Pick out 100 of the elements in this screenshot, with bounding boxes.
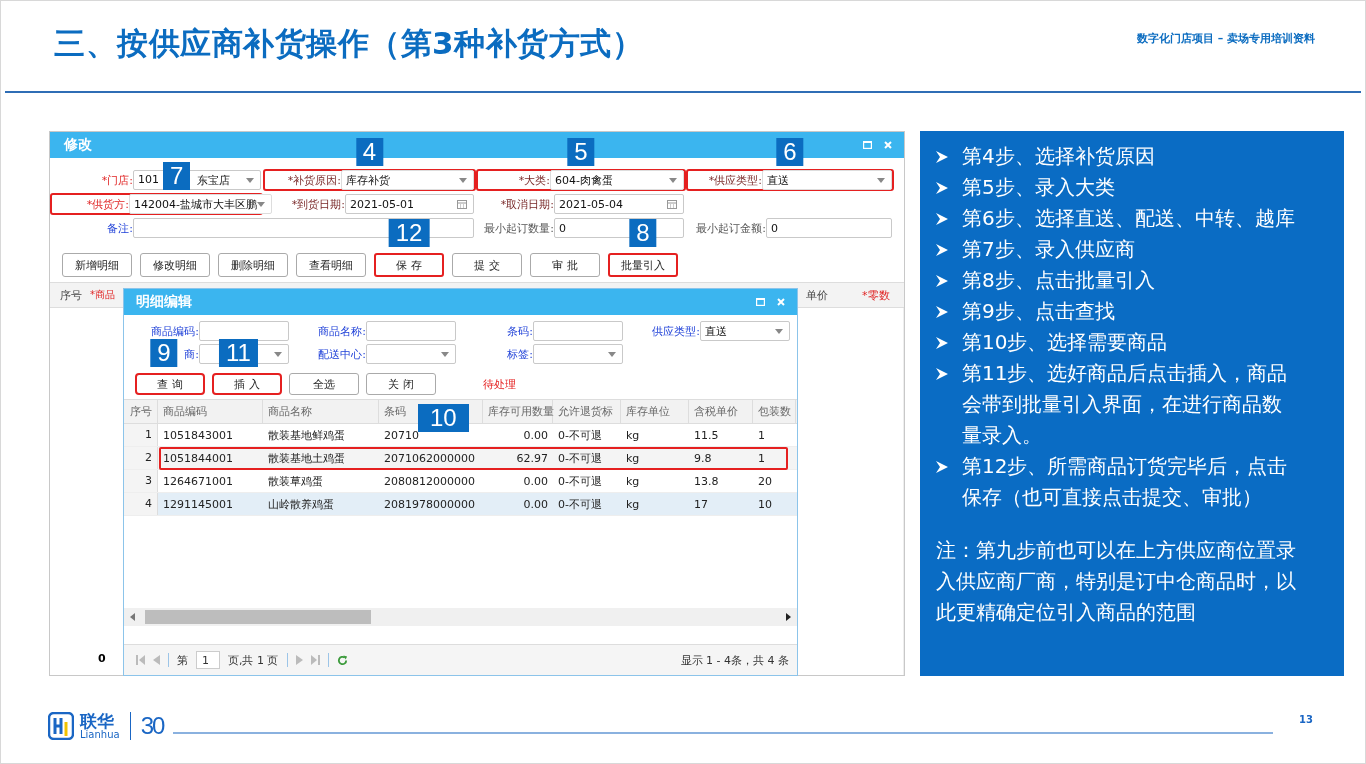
date-field[interactable]: 2021-05-01 xyxy=(345,194,474,214)
step-number-label: 4 xyxy=(355,138,384,166)
step-number-label: 12 xyxy=(388,219,430,247)
last-page-icon[interactable] xyxy=(310,655,320,665)
field-label: *供应类型: xyxy=(707,172,762,188)
input-field[interactable] xyxy=(366,321,456,341)
scrollbar-thumb[interactable] xyxy=(145,610,371,624)
column-header: 含税单价 xyxy=(694,405,738,418)
table-cell-text: 1051843001 xyxy=(162,428,234,442)
dialog-button[interactable]: 查 询 xyxy=(135,373,205,395)
column-header: 商品编码 xyxy=(163,405,207,418)
toolbar-button[interactable]: 审 批 xyxy=(530,253,600,277)
field-label: 最小起订数量: xyxy=(483,220,554,236)
close-icon[interactable] xyxy=(884,141,892,149)
dialog-title: 明细编辑 xyxy=(136,293,192,311)
table-cell-text: 2080812000000 xyxy=(383,474,476,488)
dropdown-field[interactable] xyxy=(533,344,623,364)
caret-icon xyxy=(246,177,254,183)
table-cell-text: kg xyxy=(625,474,641,488)
toolbar-button[interactable]: 提 交 xyxy=(452,253,522,277)
dropdown-field[interactable]: 604-肉禽蛋 xyxy=(550,170,684,190)
field-label: 最小起订金额: xyxy=(695,220,766,236)
field-label: *补货原因: xyxy=(286,172,341,188)
caret-icon xyxy=(669,177,677,183)
field-label: 商品名称: xyxy=(318,324,366,338)
arrow-bullet-icon xyxy=(936,213,948,225)
status-text: 待处理 xyxy=(483,376,516,392)
column-header: *零数 xyxy=(862,287,890,303)
column-header: 包装数 xyxy=(758,405,791,418)
dropdown-field[interactable]: 直送 xyxy=(762,170,892,190)
scroll-left-icon[interactable] xyxy=(130,613,135,621)
table-cell-text: kg xyxy=(625,451,641,465)
date-field[interactable]: 2021-05-04 xyxy=(554,194,684,214)
brand-name: 联华 xyxy=(80,712,114,730)
field-label: 条码: xyxy=(507,324,533,338)
column-header: *商品 xyxy=(90,288,115,302)
toolbar-button[interactable]: 新增明细 xyxy=(62,253,132,277)
page-input[interactable]: 1 xyxy=(196,651,220,669)
arrow-bullet-icon xyxy=(936,461,948,473)
toolbar-button[interactable]: 删除明细 xyxy=(218,253,288,277)
caret-icon xyxy=(877,177,885,183)
table-cell-text: 10 xyxy=(757,497,773,511)
dropdown-field[interactable]: 库存补货 xyxy=(341,170,474,190)
caret-icon xyxy=(441,351,449,357)
pager-text: 第 xyxy=(177,652,188,668)
toolbar-button[interactable]: 查看明细 xyxy=(296,253,366,277)
caret-icon xyxy=(608,351,616,357)
input-field[interactable]: 0 xyxy=(766,218,892,238)
dialog-button[interactable]: 插 入 xyxy=(212,373,282,395)
field-label: *取消日期: xyxy=(499,196,554,212)
table-cell-text: 0.00 xyxy=(522,428,549,442)
table-row[interactable]: 2 1051844001 散装基地土鸡蛋 2071062000000 62.97 0-不可退 kg 9.8 1 xyxy=(124,447,797,470)
window-title: 修改 xyxy=(64,136,92,154)
table-cell: 1 xyxy=(124,424,158,446)
first-page-icon[interactable] xyxy=(136,655,145,665)
toolbar-button[interactable]: 批量引入 xyxy=(608,253,678,277)
dropdown-field[interactable] xyxy=(366,344,456,364)
note-text: 注：第九步前也可以在上方供应商位置录入供应商厂商，特别是订中仓商品时，以此更精确定位引入商品的范围 xyxy=(936,537,1297,626)
maximize-icon[interactable] xyxy=(756,298,765,306)
table-cell-text: kg xyxy=(625,428,641,442)
table-cell-text: 1 xyxy=(757,428,766,442)
table-cell-text: 0-不可退 xyxy=(557,450,603,466)
slide-title: 三、按供应商补货操作（第3种补货方式） xyxy=(54,24,644,63)
table-cell-text: 0-不可退 xyxy=(557,427,603,443)
previous-page-icon[interactable] xyxy=(153,655,160,665)
column-header: 商品名称 xyxy=(268,405,312,418)
dialog-button[interactable]: 关 闭 xyxy=(366,373,436,395)
maximize-icon[interactable] xyxy=(863,141,872,149)
scroll-right-icon[interactable] xyxy=(786,613,791,621)
step-text: 第11步、选好商品后点击插入，商品会带到批量引入界面，在进行商品数量录入。 xyxy=(962,360,1289,449)
step-text: 第7步、录入供应商 xyxy=(962,236,1135,263)
input-field[interactable] xyxy=(199,321,289,341)
dialog-button[interactable]: 全选 xyxy=(289,373,359,395)
slide-subtitle: 数字化门店项目 – 卖场专用培训资料 xyxy=(1136,31,1315,46)
dropdown-field[interactable]: 142004-盐城市大丰区鹏 xyxy=(129,194,272,214)
step-text: 第9步、点击查找 xyxy=(962,298,1115,325)
dropdown-field[interactable]: 直送 xyxy=(700,321,790,341)
pager-text: 页,共 1 页 xyxy=(228,652,279,668)
table-cell-text: 13.8 xyxy=(693,474,720,488)
field-label: *大类: xyxy=(517,172,550,188)
next-page-icon[interactable] xyxy=(295,655,303,665)
field-label: *到货日期: xyxy=(290,196,345,212)
horizontal-scrollbar[interactable] xyxy=(124,608,797,626)
table-row[interactable]: 4 1291145001 山岭散养鸡蛋 2081978000000 0.00 0-不可退 kg 17 10 xyxy=(124,493,797,516)
toolbar-button[interactable]: 修改明细 xyxy=(140,253,210,277)
field-label: 备注: xyxy=(106,220,133,236)
step-text: 第12步、所需商品订货完毕后，点击保存（也可直接点击提交、审批） xyxy=(962,453,1289,511)
refresh-icon[interactable] xyxy=(336,654,348,666)
caret-icon xyxy=(775,328,783,334)
toolbar-button[interactable]: 保 存 xyxy=(374,253,444,277)
input-field[interactable] xyxy=(533,321,623,341)
table-cell-text: 0-不可退 xyxy=(557,473,603,489)
arrow-bullet-icon xyxy=(936,306,948,318)
close-icon[interactable] xyxy=(777,298,785,306)
column-header: 条码 xyxy=(384,405,406,418)
step-number-label: 7 xyxy=(163,162,191,190)
field-label: 配送中心: xyxy=(318,347,366,361)
column-header: 库存单位 xyxy=(626,405,670,418)
arrow-bullet-icon xyxy=(936,244,948,256)
field-label: *门店: xyxy=(100,172,133,188)
